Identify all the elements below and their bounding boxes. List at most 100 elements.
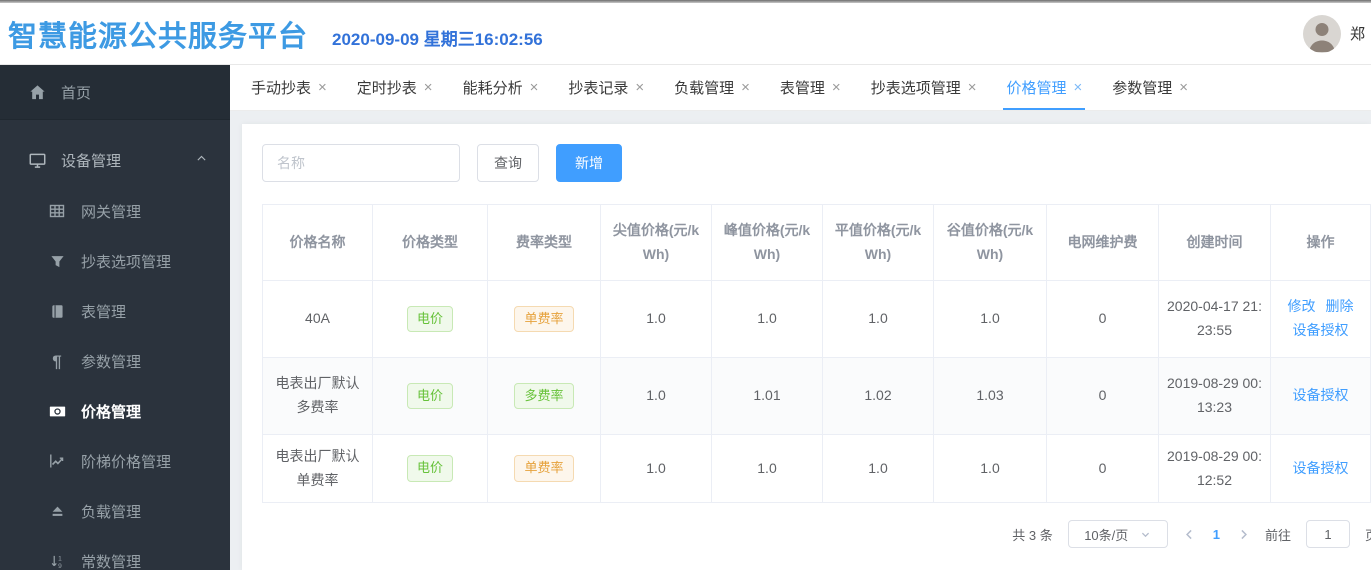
tab-energy-analysis[interactable]: 能耗分析 × bbox=[448, 65, 554, 110]
sidebar: 首页 设备管理 网关管理 抄表选项管理 表管理 ¶ 参数管理 价格管理 阶梯价格… bbox=[0, 65, 230, 570]
sidebar-group-label: 设备管理 bbox=[61, 152, 122, 170]
chevron-down-icon bbox=[1140, 529, 1151, 540]
chevron-left-icon[interactable] bbox=[1183, 528, 1196, 541]
actions-cell: 修改 删除 设备授权 bbox=[1270, 280, 1371, 358]
close-icon[interactable]: × bbox=[1073, 79, 1082, 96]
tab-label: 定时抄表 bbox=[356, 80, 417, 97]
column-header-price-type: 价格类型 bbox=[372, 204, 488, 281]
flat-price-cell: 1.02 bbox=[822, 357, 934, 435]
search-input[interactable] bbox=[262, 144, 460, 182]
sidebar-item-constant-management[interactable]: 19 常数管理 bbox=[0, 536, 230, 570]
created-time-cell: 2019-08-29 00:12:52 bbox=[1158, 434, 1271, 503]
peak-price-cell: 1.0 bbox=[711, 280, 823, 358]
goto-page-input[interactable] bbox=[1305, 520, 1350, 548]
sidebar-item-parameter-management[interactable]: ¶ 参数管理 bbox=[0, 336, 230, 386]
tab-parameter-management[interactable]: 参数管理 × bbox=[1097, 65, 1203, 110]
grid-fee-cell: 0 bbox=[1046, 434, 1159, 503]
price-type-tag: 电价 bbox=[406, 305, 453, 333]
device-authorize-link[interactable]: 设备授权 bbox=[1293, 322, 1349, 338]
rate-type-cell: 多费率 bbox=[487, 357, 601, 435]
price-type-cell: 电价 bbox=[372, 434, 488, 503]
pagination-total: 共 3 条 bbox=[1012, 527, 1053, 543]
user-avatar[interactable] bbox=[1302, 14, 1341, 53]
sidebar-item-label: 网关管理 bbox=[81, 203, 142, 221]
chevron-right-icon[interactable] bbox=[1237, 528, 1250, 541]
device-authorize-link[interactable]: 设备授权 bbox=[1293, 387, 1349, 403]
add-button[interactable]: 新增 bbox=[556, 144, 622, 182]
header-user-area: 郑 bbox=[1302, 14, 1365, 53]
column-header-actions: 操作 bbox=[1270, 204, 1371, 281]
flat-price-cell: 1.0 bbox=[822, 434, 934, 503]
table-row: 电表出厂默认单费率 电价 单费率 1.0 1.0 1.0 1.0 0 2019-… bbox=[262, 434, 1371, 503]
price-type-cell: 电价 bbox=[372, 280, 488, 358]
table-header-row: 价格名称 价格类型 费率类型 尖值价格(元/kWh) 峰值价格(元/kWh) 平… bbox=[262, 204, 1371, 281]
tab-read-records[interactable]: 抄表记录 × bbox=[553, 65, 659, 110]
sidebar-item-read-options-management[interactable]: 抄表选项管理 bbox=[0, 236, 230, 286]
column-header-peak-price: 峰值价格(元/kWh) bbox=[711, 204, 823, 281]
valley-price-cell: 1.03 bbox=[933, 357, 1047, 435]
column-header-sharp-price: 尖值价格(元/kWh) bbox=[600, 204, 712, 281]
close-icon[interactable]: × bbox=[635, 79, 644, 96]
sidebar-item-label: 参数管理 bbox=[81, 353, 142, 371]
sidebar-item-meter-management[interactable]: 表管理 bbox=[0, 286, 230, 336]
grid-fee-cell: 0 bbox=[1046, 280, 1159, 358]
tab-label: 抄表记录 bbox=[568, 80, 629, 97]
close-icon[interactable]: × bbox=[424, 79, 433, 96]
close-icon[interactable]: × bbox=[968, 79, 977, 96]
valley-price-cell: 1.0 bbox=[933, 434, 1047, 503]
book-icon bbox=[48, 302, 66, 320]
price-type-tag: 电价 bbox=[406, 382, 453, 410]
column-header-price-name: 价格名称 bbox=[262, 204, 373, 281]
tab-scheduled-read[interactable]: 定时抄表 × bbox=[342, 65, 448, 110]
actions-cell: 设备授权 bbox=[1270, 357, 1371, 435]
monitor-icon bbox=[28, 151, 46, 169]
sort-numeric-icon: 19 bbox=[48, 552, 66, 570]
sidebar-item-label: 抄表选项管理 bbox=[81, 253, 172, 271]
toolbar: 查询 新增 bbox=[262, 144, 1371, 182]
page-number[interactable]: 1 bbox=[1211, 527, 1222, 542]
page-unit-label: 页 bbox=[1365, 525, 1371, 544]
rate-type-cell: 单费率 bbox=[487, 280, 601, 358]
sidebar-item-label: 价格管理 bbox=[81, 403, 142, 421]
rate-type-tag: 单费率 bbox=[514, 305, 574, 333]
sidebar-item-label: 表管理 bbox=[81, 303, 127, 321]
sidebar-item-load-management[interactable]: 负载管理 bbox=[0, 486, 230, 536]
tab-price-management[interactable]: 价格管理 × bbox=[991, 65, 1097, 110]
sharp-price-cell: 1.0 bbox=[600, 280, 712, 358]
created-time-cell: 2019-08-29 00:13:23 bbox=[1158, 357, 1271, 435]
tab-label: 表管理 bbox=[779, 80, 825, 97]
sidebar-group-device-management[interactable]: 设备管理 bbox=[0, 134, 230, 186]
page-size-select[interactable]: 10条/页 bbox=[1067, 520, 1168, 548]
sidebar-item-home[interactable]: 首页 bbox=[0, 65, 230, 120]
content-card: 查询 新增 价格名称 价格类型 费率类型 尖值价格(元/kW bbox=[242, 124, 1371, 570]
price-type-tag: 电价 bbox=[406, 455, 453, 482]
money-icon bbox=[48, 402, 66, 420]
delete-link[interactable]: 删除 bbox=[1326, 298, 1354, 314]
tab-manual-read[interactable]: 手动抄表 × bbox=[236, 65, 342, 110]
sharp-price-cell: 1.0 bbox=[600, 357, 712, 435]
grid-fee-cell: 0 bbox=[1046, 357, 1159, 435]
close-icon[interactable]: × bbox=[832, 79, 841, 96]
close-icon[interactable]: × bbox=[741, 79, 750, 96]
sidebar-item-price-management[interactable]: 价格管理 bbox=[0, 386, 230, 436]
sidebar-item-label: 常数管理 bbox=[81, 553, 142, 570]
close-icon[interactable]: × bbox=[318, 79, 327, 96]
table-row: 40A 电价 单费率 1.0 1.0 1.0 1.0 0 2020-04-17 … bbox=[262, 280, 1371, 358]
pagination: 共 3 条 10条/页 1 前往 1 bbox=[262, 520, 1371, 548]
column-header-rate-type: 费率类型 bbox=[487, 204, 601, 281]
tab-label: 抄表选项管理 bbox=[870, 80, 961, 97]
tab-meter-management[interactable]: 表管理 × bbox=[765, 65, 856, 110]
sidebar-item-tiered-price-management[interactable]: 阶梯价格管理 bbox=[0, 436, 230, 486]
username-label[interactable]: 郑 bbox=[1350, 23, 1365, 44]
sidebar-item-label: 阶梯价格管理 bbox=[81, 453, 172, 471]
close-icon[interactable]: × bbox=[530, 79, 539, 96]
device-authorize-link[interactable]: 设备授权 bbox=[1293, 460, 1349, 476]
close-icon[interactable]: × bbox=[1179, 79, 1188, 96]
query-button[interactable]: 查询 bbox=[477, 144, 539, 182]
sidebar-item-gateway-management[interactable]: 网关管理 bbox=[0, 186, 230, 236]
tab-load-management[interactable]: 负载管理 × bbox=[659, 65, 765, 110]
price-table: 价格名称 价格类型 费率类型 尖值价格(元/kWh) 峰值价格(元/kWh) 平… bbox=[262, 204, 1371, 503]
svg-text:9: 9 bbox=[58, 563, 62, 569]
tab-read-options-management[interactable]: 抄表选项管理 × bbox=[856, 65, 992, 110]
edit-link[interactable]: 修改 bbox=[1288, 298, 1316, 314]
